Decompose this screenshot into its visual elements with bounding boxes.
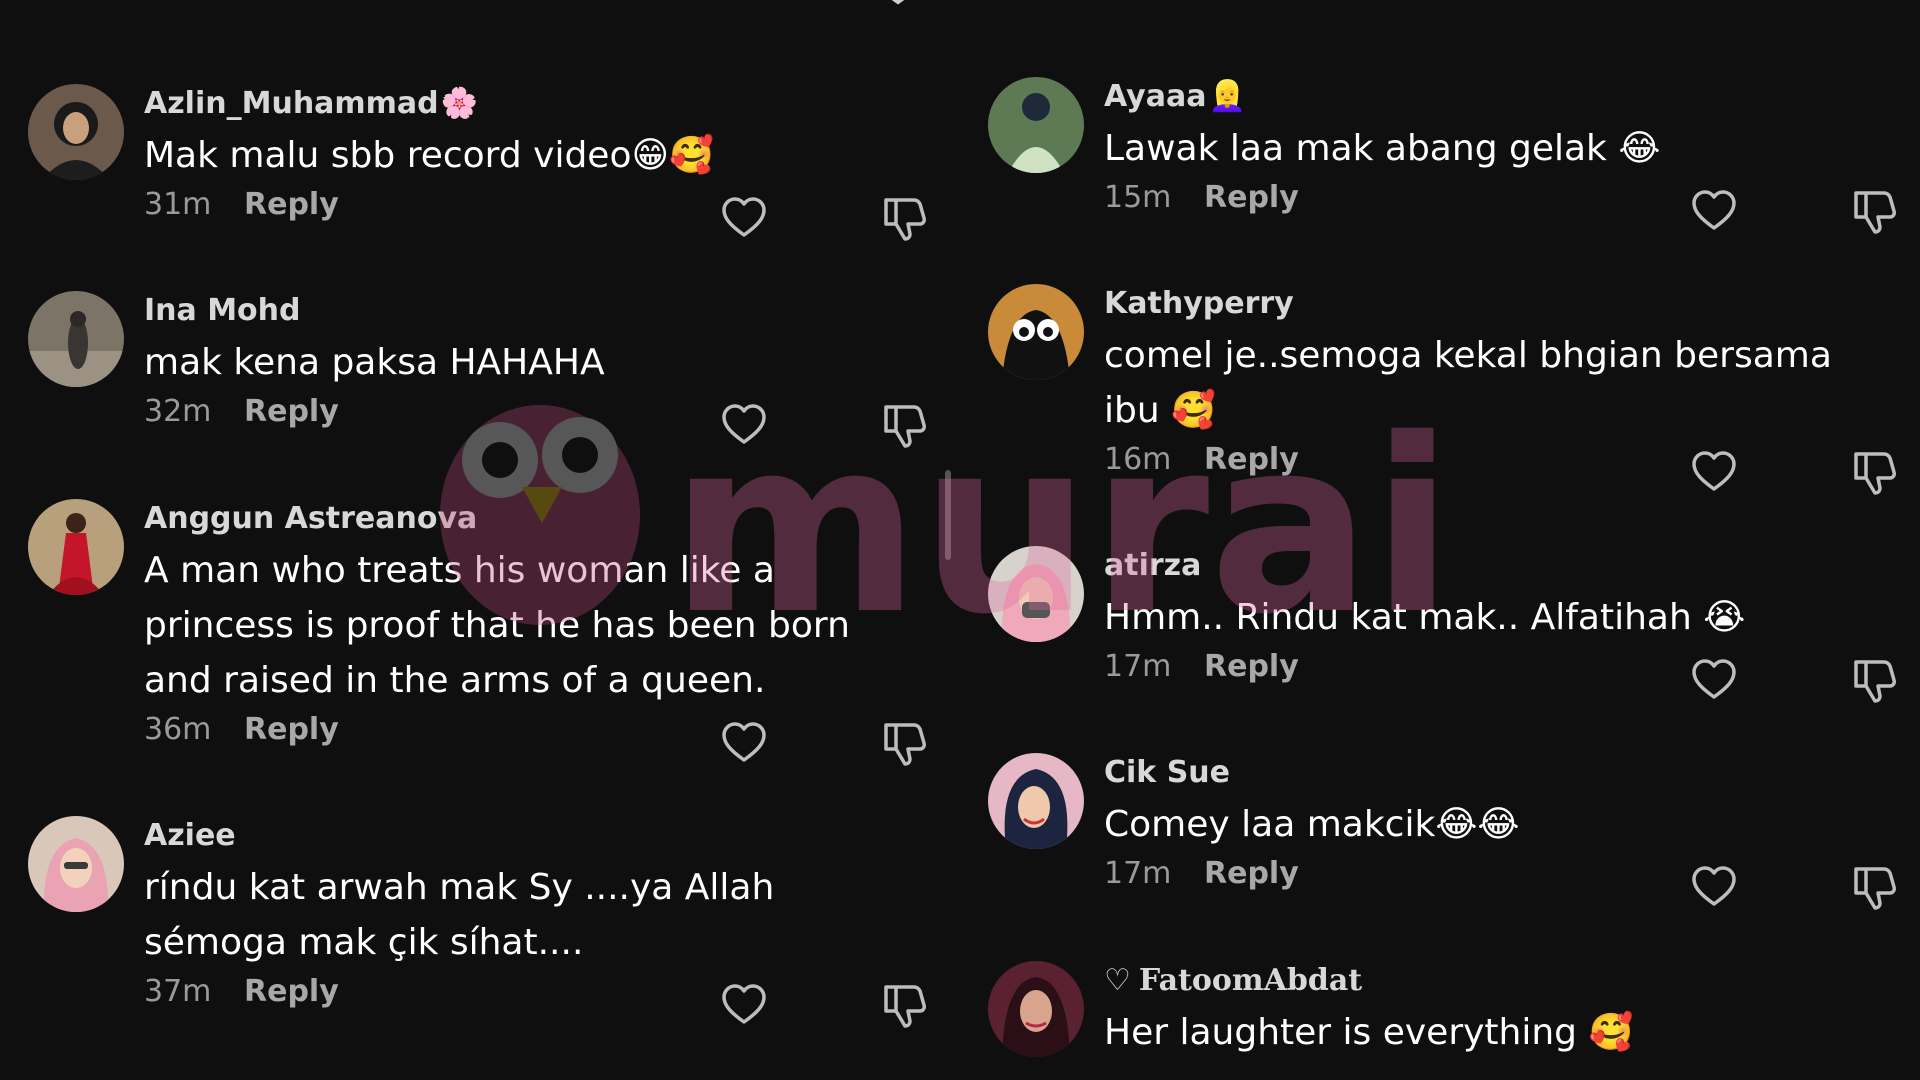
scrollbar[interactable] (945, 470, 951, 560)
thumbs-down-outline-icon[interactable] (880, 194, 928, 242)
thumbs-down-outline-icon[interactable] (1850, 863, 1898, 911)
comment-text: Comey laa makcik😂😂 (1104, 804, 1520, 845)
username[interactable]: Cik Sue (1104, 753, 1898, 793)
comment-time: 32m (144, 394, 212, 429)
username[interactable]: Anggun Astreanova (144, 499, 928, 539)
heart-outline-icon[interactable] (1690, 656, 1738, 704)
comment-meta: 15m Reply (1104, 178, 1898, 218)
thumbs-down-outline-icon[interactable] (880, 719, 928, 767)
heart-outline-icon[interactable] (1690, 448, 1738, 496)
thumbs-down-outline-icon[interactable] (880, 401, 928, 449)
comment-time: 17m (1104, 649, 1172, 684)
reply-button[interactable]: Reply (244, 394, 339, 429)
username-emoji: 🌸 (440, 86, 479, 121)
avatar[interactable] (28, 816, 124, 912)
comment-text: Lawak laa mak abang gelak 😂 (1104, 128, 1661, 169)
comment-meta: 17m Reply (1104, 854, 1898, 894)
comment-meta: 16m Reply (1104, 440, 1898, 480)
heart-prefix: ♡ (1104, 963, 1131, 998)
comment-meta: 31m Reply (144, 185, 928, 225)
comment-text: A man who treats his woman like a prince… (144, 550, 850, 701)
username[interactable]: Kathyperry (1104, 284, 1898, 324)
comment-time: 15m (1104, 180, 1172, 215)
username[interactable]: atirza (1104, 546, 1898, 586)
comment-text: comel je..semoga kekal bhgian bersama ib… (1104, 335, 1832, 431)
comment-text: Mak malu sbb record video😁🥰 (144, 135, 714, 176)
reply-button[interactable]: Reply (244, 974, 339, 1009)
comment-time: 16m (1104, 442, 1172, 477)
reply-button[interactable]: Reply (1204, 180, 1299, 215)
heart-outline-icon[interactable] (1690, 187, 1738, 235)
reply-button[interactable]: Reply (1204, 442, 1299, 477)
avatar[interactable] (988, 77, 1084, 173)
comment-text: ríndu kat arwah mak Sy ....ya Allah sémo… (144, 867, 775, 963)
comments-screen: Azlin_Muhammad🌸 Mak malu sbb record vide… (0, 0, 1920, 1080)
reply-button[interactable]: Reply (1204, 649, 1299, 684)
avatar[interactable] (988, 753, 1084, 849)
comment-meta: 37m Reply (144, 972, 928, 1012)
thumbs-down-outline-icon[interactable] (1850, 187, 1898, 235)
comment-text: Hmm.. Rindu kat mak.. Alfatihah 😭 (1104, 597, 1746, 638)
username[interactable]: Azlin_Muhammad🌸 (144, 84, 928, 124)
reply-button[interactable]: Reply (1204, 856, 1299, 891)
reply-button[interactable]: Reply (244, 187, 339, 222)
comment-time: 17m (1104, 856, 1172, 891)
comment-time: 37m (144, 974, 212, 1009)
username[interactable]: Ayaaa👱‍♀️ (1104, 77, 1898, 117)
heart-outline-icon[interactable] (1690, 863, 1738, 911)
comment-time: 31m (144, 187, 212, 222)
comment-meta: 32m Reply (144, 392, 928, 432)
heart-outline-icon[interactable] (720, 401, 768, 449)
thumbs-down-outline-icon[interactable] (1850, 448, 1898, 496)
username[interactable]: ♡ FatoomAbdat (1104, 961, 1898, 1001)
thumbs-down-outline-icon[interactable] (880, 981, 928, 1029)
avatar[interactable] (28, 499, 124, 595)
comment-meta: 36m Reply (144, 710, 928, 750)
avatar[interactable] (988, 961, 1084, 1057)
heart-outline-icon[interactable] (720, 981, 768, 1029)
heart-outline-icon[interactable] (720, 194, 768, 242)
username[interactable]: Aziee (144, 816, 928, 856)
thumbs-down-outline-icon[interactable] (1850, 656, 1898, 704)
avatar[interactable] (988, 284, 1084, 380)
reply-button[interactable]: Reply (244, 712, 339, 747)
close-icon[interactable] (880, 0, 916, 10)
username-emoji: 👱‍♀️ (1208, 79, 1246, 114)
avatar[interactable] (28, 291, 124, 387)
comment-text: Her laughter is everything 🥰 (1104, 1012, 1634, 1053)
comment-text: mak kena paksa HAHAHA (144, 342, 605, 383)
avatar[interactable] (28, 84, 124, 180)
username[interactable]: Ina Mohd (144, 291, 928, 331)
comment-meta: 17m Reply (1104, 647, 1898, 687)
heart-outline-icon[interactable] (720, 719, 768, 767)
avatar[interactable] (988, 546, 1084, 642)
comment-time: 36m (144, 712, 212, 747)
